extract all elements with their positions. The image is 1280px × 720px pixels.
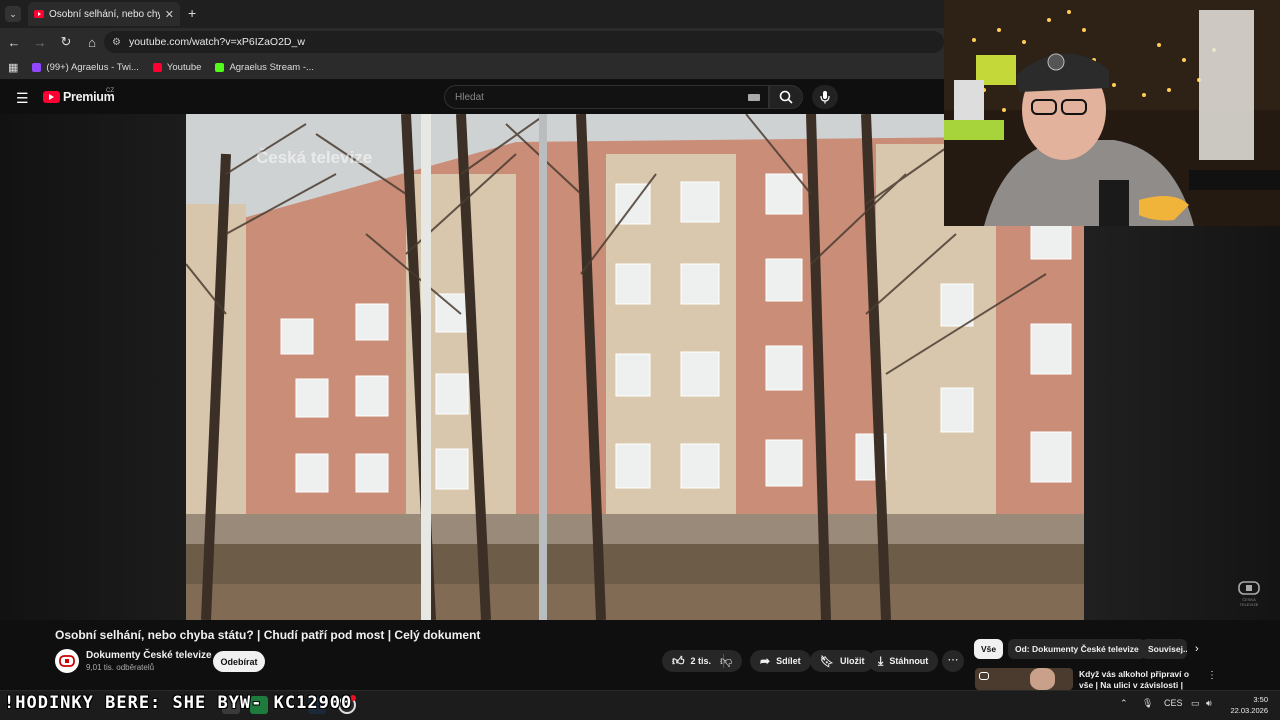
chevron-right-icon[interactable]: › bbox=[1195, 643, 1199, 655]
channel-watermark: Česká televize bbox=[256, 148, 373, 167]
channel-name[interactable]: Dokumenty České televize bbox=[86, 650, 212, 661]
youtube-logo[interactable]: Premium bbox=[43, 90, 115, 104]
apps-grid-icon[interactable]: ▦ bbox=[8, 61, 18, 74]
forward-arrow-icon[interactable]: → bbox=[28, 35, 52, 50]
microphone-tray-icon[interactable]: 🎙︎ bbox=[1142, 698, 1153, 709]
subscribe-button[interactable]: Odebírat bbox=[213, 651, 265, 672]
video-ambient-left bbox=[0, 114, 186, 620]
chip-all[interactable]: Vše bbox=[974, 639, 1004, 659]
like-count: 2 tis. bbox=[690, 656, 712, 666]
download-label: Stáhnout bbox=[889, 656, 929, 666]
youtube-play-icon bbox=[43, 91, 60, 103]
download-icon: ⤓ bbox=[878, 653, 884, 668]
chip-related[interactable]: Souvisej... bbox=[1141, 639, 1187, 659]
volume-icon[interactable]: 🔊︎ bbox=[1206, 698, 1212, 709]
language-indicator[interactable]: CES bbox=[1164, 698, 1183, 708]
tray-chevron-icon[interactable]: ⌃ bbox=[1120, 698, 1128, 709]
video-title: Osobní selhání, nebo chyba státu? | Chud… bbox=[55, 628, 481, 642]
tab-search-button[interactable]: ⌄ bbox=[5, 6, 21, 22]
home-icon[interactable]: ⌂ bbox=[80, 35, 104, 50]
stream-ticker: !HODINKY BERE: SHE BYW- KC12900 bbox=[4, 693, 353, 713]
url-text: youtube.com/watch?v=xP6IZaO2D_w bbox=[128, 36, 305, 48]
search-icon bbox=[779, 90, 793, 104]
tab-close-icon[interactable]: ✕ bbox=[165, 8, 174, 21]
keyboard-icon[interactable] bbox=[748, 94, 760, 101]
bookmark-label: (99+) Agraelus - Twi... bbox=[46, 62, 139, 73]
address-bar[interactable]: ⚙ youtube.com/watch?v=xP6IZaO2D_w bbox=[104, 31, 944, 53]
bookmark-label: Agraelus Stream -... bbox=[229, 62, 314, 73]
back-arrow-icon[interactable]: ← bbox=[2, 35, 26, 50]
bookmarks-bar: ▦ (99+) Agraelus - Twi... Youtube Agrael… bbox=[0, 56, 944, 80]
ct-logo-icon bbox=[59, 655, 75, 667]
voice-search-button[interactable] bbox=[812, 85, 838, 109]
thumbs-down-icon[interactable]: 👎︎ bbox=[720, 654, 732, 669]
thumbs-up-icon: 👍︎ bbox=[672, 653, 685, 668]
logo-region: CZ bbox=[106, 88, 114, 94]
reload-icon[interactable]: ↻ bbox=[54, 34, 78, 50]
search-input[interactable]: Hledat bbox=[444, 85, 769, 109]
bookmark-kick[interactable]: Agraelus Stream -... bbox=[215, 62, 314, 73]
network-icon[interactable]: ▭ bbox=[1191, 698, 1200, 709]
kick-icon bbox=[215, 63, 225, 72]
related-video-thumbnail[interactable] bbox=[975, 668, 1073, 690]
system-clock[interactable]: 3:50 22.03.2026 bbox=[1222, 694, 1268, 716]
ct-corner-logo: ČESKÁ TELEVIZE bbox=[1236, 581, 1262, 607]
ct-logo-icon bbox=[1238, 581, 1260, 595]
youtube-favicon-icon bbox=[34, 10, 44, 18]
subscriber-count: 9,01 tis. odběratelů bbox=[86, 663, 155, 672]
ct-corner-text: ČESKÁ TELEVIZE bbox=[1239, 597, 1259, 607]
share-icon: ➦ bbox=[760, 654, 771, 668]
new-tab-button[interactable]: + bbox=[188, 5, 196, 21]
chip-from-channel[interactable]: Od: Dokumenty České televize bbox=[1008, 639, 1146, 659]
streamer-webcam bbox=[944, 0, 1280, 226]
save-label: Uložit bbox=[839, 656, 865, 666]
share-label: Sdílet bbox=[776, 656, 801, 666]
bookmark-youtube[interactable]: Youtube bbox=[152, 62, 202, 73]
channel-avatar[interactable] bbox=[55, 649, 79, 673]
bookmark-label: Youtube bbox=[166, 62, 202, 73]
tab-title: Osobní selhání, nebo chyba státu bbox=[49, 8, 160, 20]
bookmark-icon: 🔖︎ bbox=[820, 655, 834, 668]
youtube-icon bbox=[152, 63, 162, 72]
microphone-icon bbox=[820, 91, 830, 104]
menu-hamburger-icon[interactable]: ☰ bbox=[16, 90, 29, 107]
site-info-icon[interactable]: ⚙ bbox=[112, 37, 121, 48]
clock-time: 3:50 bbox=[1253, 695, 1268, 704]
save-button[interactable]: 🔖︎ Uložit bbox=[810, 650, 875, 672]
share-button[interactable]: ➦ Sdílet bbox=[750, 650, 811, 672]
webcam-image bbox=[944, 0, 1280, 226]
clock-date: 22.03.2026 bbox=[1230, 706, 1268, 715]
twitch-icon bbox=[32, 63, 42, 72]
browser-tab-active[interactable]: Osobní selhání, nebo chyba státu ✕ bbox=[28, 2, 180, 26]
download-button[interactable]: ⤓ Stáhnout bbox=[868, 650, 939, 672]
video-ambient-right bbox=[1084, 226, 1280, 620]
bookmark-twitch[interactable]: (99+) Agraelus - Twi... bbox=[32, 62, 139, 73]
search-button[interactable] bbox=[769, 85, 803, 109]
related-more-icon[interactable]: ⋮ bbox=[1207, 670, 1217, 681]
thumbnail-face bbox=[1030, 668, 1055, 690]
related-video-title[interactable]: Když vás alkohol připraví o vše | Na uli… bbox=[1079, 669, 1204, 691]
ct-logo-icon bbox=[979, 672, 989, 680]
more-actions-button[interactable]: ⋯ bbox=[942, 650, 964, 672]
